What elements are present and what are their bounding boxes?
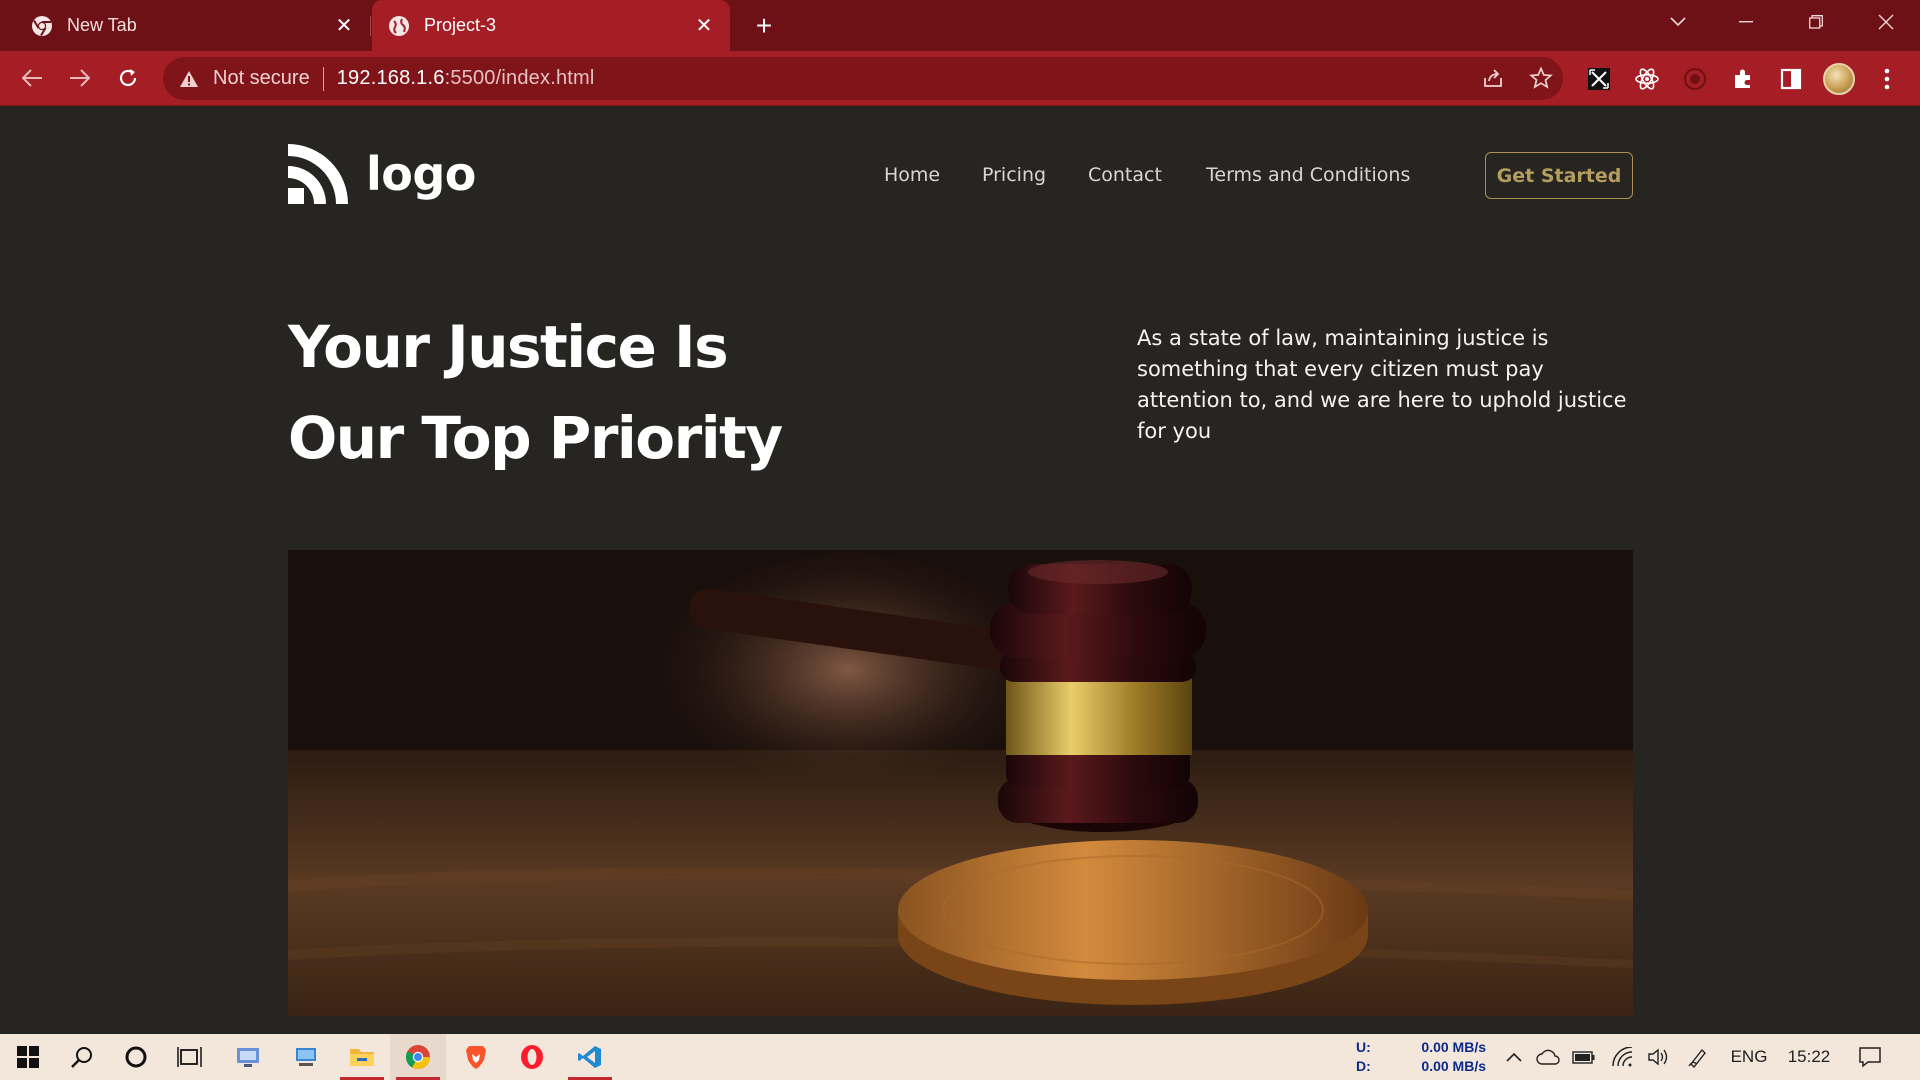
browser-toolbar: Not secure 192.168.1.6:5500/index.html	[0, 51, 1920, 106]
logo-mark-icon	[288, 144, 348, 204]
nav-terms-link[interactable]: Terms and Conditions	[1206, 164, 1410, 186]
download-label: D:	[1356, 1058, 1371, 1074]
battery-icon[interactable]	[1568, 1034, 1600, 1080]
opera-browser-icon[interactable]	[504, 1034, 560, 1080]
warning-triangle-icon[interactable]	[179, 70, 203, 88]
forward-arrow-icon[interactable]	[62, 60, 98, 96]
notification-center-icon[interactable]	[1848, 1034, 1892, 1080]
volume-icon[interactable]	[1642, 1034, 1674, 1080]
window-close-icon[interactable]	[1852, 0, 1920, 44]
menu-kebab-icon[interactable]	[1870, 62, 1904, 96]
screenshot-extension-icon[interactable]	[1582, 62, 1616, 96]
tab-search-chevron-icon[interactable]	[1644, 0, 1712, 44]
web-page: logo Home Pricing Contact Terms and Cond…	[0, 107, 1920, 1034]
reload-icon[interactable]	[110, 60, 146, 96]
omnibox-divider	[322, 66, 324, 91]
bookmark-star-icon[interactable]	[1529, 66, 1553, 95]
network-speed-meter: U: 0.00 MB/s D: 0.00 MB/s	[1356, 1038, 1486, 1076]
chrome-taskbar-icon[interactable]	[390, 1034, 446, 1080]
hero-description: As a state of law, maintaining justice i…	[1137, 326, 1627, 443]
upload-label: U:	[1356, 1039, 1371, 1055]
logo-text: logo	[366, 147, 476, 201]
nav-contact-link[interactable]: Contact	[1088, 164, 1162, 186]
hero-title: Your Justice Is Our Top Priority	[288, 302, 783, 484]
nav-home-link[interactable]: Home	[884, 164, 940, 186]
record-extension-icon[interactable]	[1678, 62, 1712, 96]
download-speed: 0.00 MB/s	[1421, 1058, 1486, 1074]
pen-ink-icon[interactable]	[1682, 1034, 1714, 1080]
close-tab-icon[interactable]: ✕	[330, 12, 358, 40]
onedrive-cloud-icon[interactable]	[1532, 1034, 1564, 1080]
extensions-puzzle-icon[interactable]	[1726, 62, 1760, 96]
remote-desktop-icon[interactable]	[220, 1034, 276, 1080]
tab-project-3[interactable]: Project-3 ✕	[372, 0, 730, 51]
side-panel-icon[interactable]	[1774, 62, 1808, 96]
windows-start-icon[interactable]	[0, 1034, 56, 1080]
file-explorer-icon[interactable]	[334, 1034, 390, 1080]
brave-browser-icon[interactable]	[448, 1034, 504, 1080]
site-logo[interactable]: logo	[288, 144, 476, 204]
hero-title-line-1: Your Justice Is	[288, 313, 729, 381]
gavel-illustration	[288, 550, 1633, 1016]
windows-taskbar: U: 0.00 MB/s D: 0.00 MB/s ENG 15:22	[0, 1034, 1920, 1080]
react-devtools-icon[interactable]	[1630, 62, 1664, 96]
tab-title: New Tab	[67, 15, 137, 35]
share-icon[interactable]	[1481, 66, 1505, 95]
task-view-icon[interactable]	[162, 1034, 218, 1080]
nav-pricing-link[interactable]: Pricing	[982, 164, 1046, 186]
cortana-icon[interactable]	[108, 1034, 164, 1080]
hero-image-gavel	[288, 550, 1633, 1016]
url-path: :5500/index.html	[444, 67, 595, 89]
chrome-icon	[31, 15, 53, 37]
globe-icon	[388, 15, 410, 37]
input-language-indicator[interactable]: ENG	[1726, 1034, 1772, 1080]
search-icon[interactable]	[54, 1034, 110, 1080]
address-bar[interactable]: Not secure 192.168.1.6:5500/index.html	[163, 57, 1563, 100]
back-arrow-icon[interactable]	[14, 60, 50, 96]
tab-strip: New Tab ✕ Project-3 ✕ +	[0, 0, 1920, 51]
upload-speed: 0.00 MB/s	[1421, 1039, 1486, 1055]
close-tab-icon[interactable]: ✕	[690, 12, 718, 40]
hero-title-line-2: Our Top Priority	[288, 404, 783, 472]
url-host: 192.168.1.6	[336, 67, 445, 89]
new-tab-plus-icon[interactable]: +	[748, 10, 780, 42]
profile-avatar-icon[interactable]	[1822, 62, 1856, 96]
vscode-icon[interactable]	[562, 1034, 618, 1080]
this-pc-icon[interactable]	[278, 1034, 334, 1080]
minimize-icon[interactable]	[1712, 0, 1780, 44]
restore-icon[interactable]	[1782, 0, 1850, 44]
tab-new-tab[interactable]: New Tab ✕	[0, 0, 370, 51]
tab-title: Project-3	[424, 15, 497, 35]
get-started-button[interactable]: Get Started	[1485, 152, 1633, 199]
system-clock[interactable]: 15:22	[1780, 1034, 1838, 1080]
wifi-icon[interactable]	[1606, 1034, 1638, 1080]
url-text[interactable]: 192.168.1.6:5500/index.html	[337, 67, 595, 90]
security-status-label[interactable]: Not secure	[213, 67, 310, 90]
tab-divider	[370, 16, 371, 36]
tray-expand-chevron-icon[interactable]	[1500, 1034, 1528, 1080]
